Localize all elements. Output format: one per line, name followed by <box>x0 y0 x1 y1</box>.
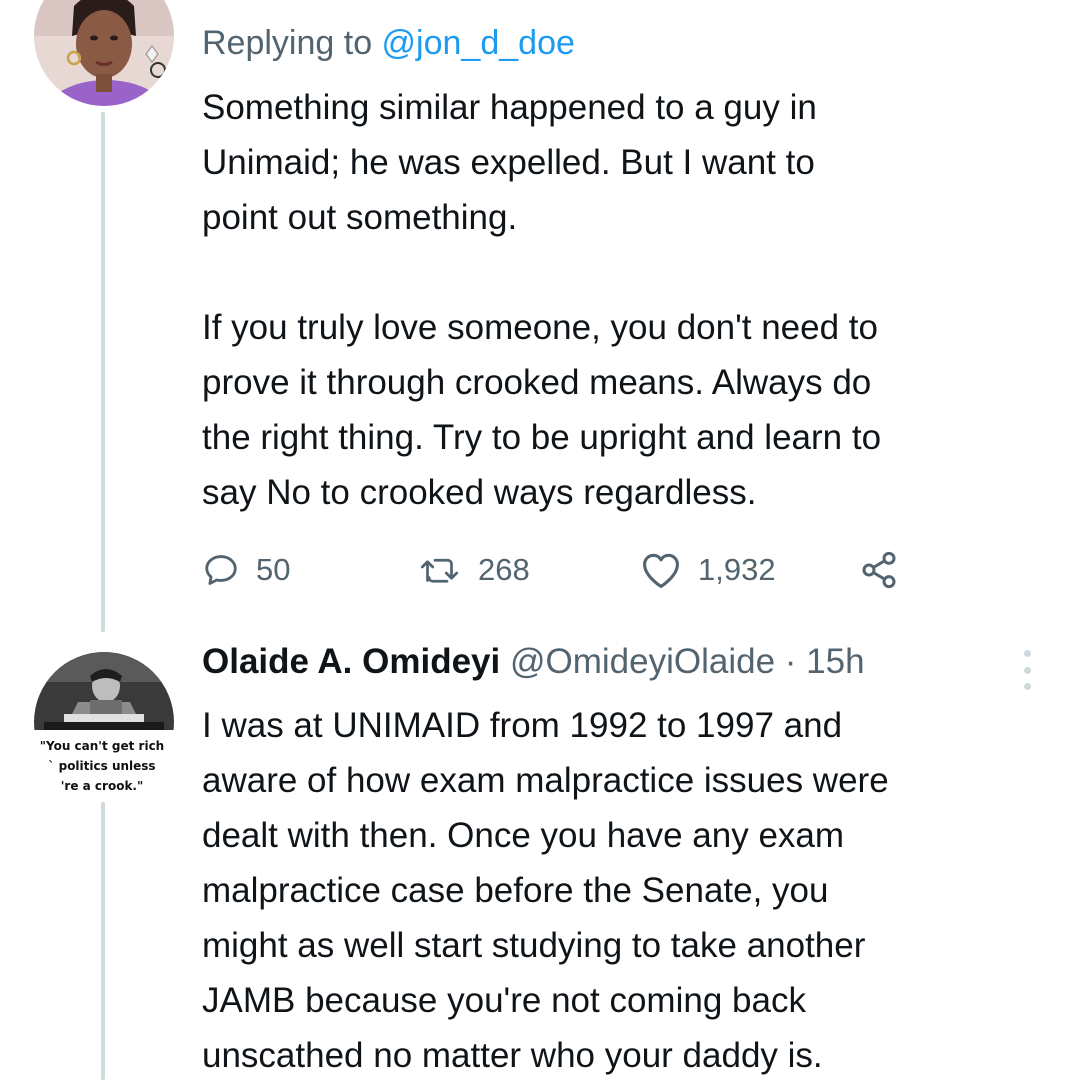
reply-icon <box>205 555 237 585</box>
more-vertical-icon-dot <box>1023 666 1031 674</box>
tweet-text: I was at UNIMAID from 1992 to 1997 and a… <box>202 706 889 1075</box>
avatar-image <box>34 0 174 106</box>
like-count: 1,932 <box>698 552 776 587</box>
share-button[interactable] <box>858 540 900 600</box>
more-vertical-icon-dot <box>1023 683 1031 690</box>
author-handle[interactable]: @OmideyiOlaide <box>510 642 775 681</box>
avatar-caption: "You can't get rich ` politics unless 'r… <box>39 739 165 793</box>
tweet-header: Olaide A. Omideyi @OmideyiOlaide · 15h <box>202 642 865 682</box>
replying-to-handle-link[interactable]: @jon_d_doe <box>382 24 575 62</box>
avatar[interactable] <box>34 0 174 106</box>
tweet-action-bar: 50 268 1,932 <box>202 540 942 600</box>
like-button[interactable]: 1,932 <box>640 540 776 600</box>
replying-to-prefix: Replying to <box>202 24 382 62</box>
author-name[interactable]: Olaide A. Omideyi <box>202 642 500 681</box>
replying-to: Replying to @jon_d_doe <box>202 24 575 63</box>
thread-line-lower <box>101 802 105 1080</box>
retweet-count: 268 <box>478 552 530 587</box>
share-icon <box>862 551 896 589</box>
heart-icon <box>643 553 679 588</box>
thread-line-upper <box>101 112 105 632</box>
retweet-icon <box>420 558 459 583</box>
more-vertical-icon <box>1023 650 1031 657</box>
tweet-text: Something similar happened to a guy in U… <box>202 88 882 512</box>
header-separator: · <box>775 642 807 681</box>
reply-count: 50 <box>256 552 291 587</box>
more-options-button[interactable] <box>1012 650 1042 690</box>
reply-button[interactable]: 50 <box>202 540 290 600</box>
tweet-timestamp[interactable]: 15h <box>806 642 864 681</box>
retweet-button[interactable]: 268 <box>420 540 530 600</box>
